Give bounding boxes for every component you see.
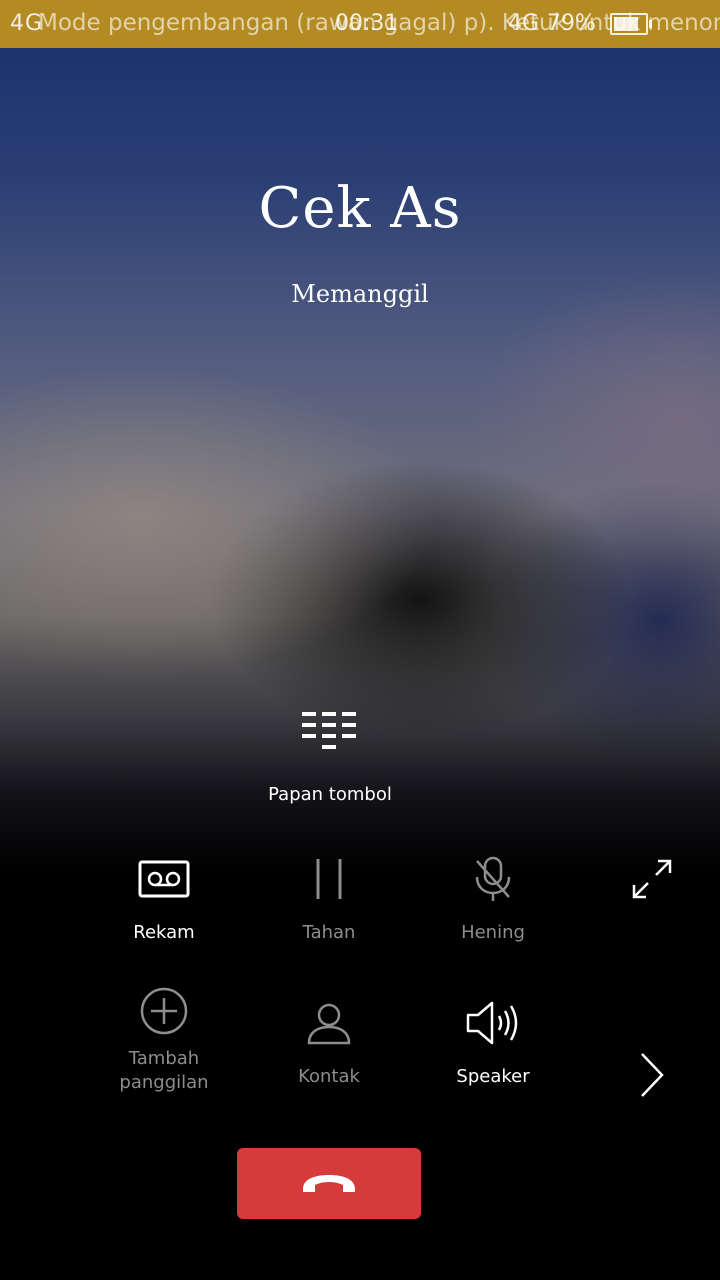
add-call-icon [140,987,188,1035]
contacts-button[interactable]: Kontak [254,995,404,1089]
expand-button[interactable] [630,857,674,901]
caller-name: Cek As [258,176,462,241]
record-label: Rekam [133,922,195,943]
next-page-button[interactable] [636,1050,670,1100]
contact-icon [307,1003,351,1045]
add-call-button[interactable]: Tambah panggilan [89,983,239,1095]
speaker-label: Speaker [456,1066,530,1087]
contacts-label: Kontak [298,1066,360,1087]
keypad-label: Papan tombol [268,784,392,805]
mute-label: Hening [461,922,525,943]
network-type: 4G [508,11,540,36]
record-icon [138,860,190,898]
mute-button[interactable]: Hening [418,851,568,945]
chevron-right-icon [641,1053,664,1097]
end-call-button[interactable] [237,1148,421,1219]
keypad-icon [302,712,356,749]
status-icons: 4G 79% [508,11,652,36]
expand-icon [632,859,672,899]
hold-button[interactable]: Tahan [254,851,404,945]
battery-percent: 79% [547,11,596,36]
call-status: Memanggil [291,280,429,308]
status-bar[interactable]: 4G Mode pengembangan (rawan gagal) p). K… [0,0,720,48]
hang-up-icon [303,1174,355,1192]
speaker-icon [466,1001,518,1045]
speaker-button[interactable]: Speaker [418,995,568,1089]
pause-icon [316,859,342,899]
add-call-label: Tambah panggilan [119,1048,209,1093]
hold-label: Tahan [302,922,356,943]
keypad-button[interactable]: Papan tombol [250,712,410,822]
battery-icon [609,12,652,35]
mute-mic-icon [475,856,511,901]
clock: 00:31 [335,11,399,36]
record-button[interactable]: Rekam [89,851,239,945]
